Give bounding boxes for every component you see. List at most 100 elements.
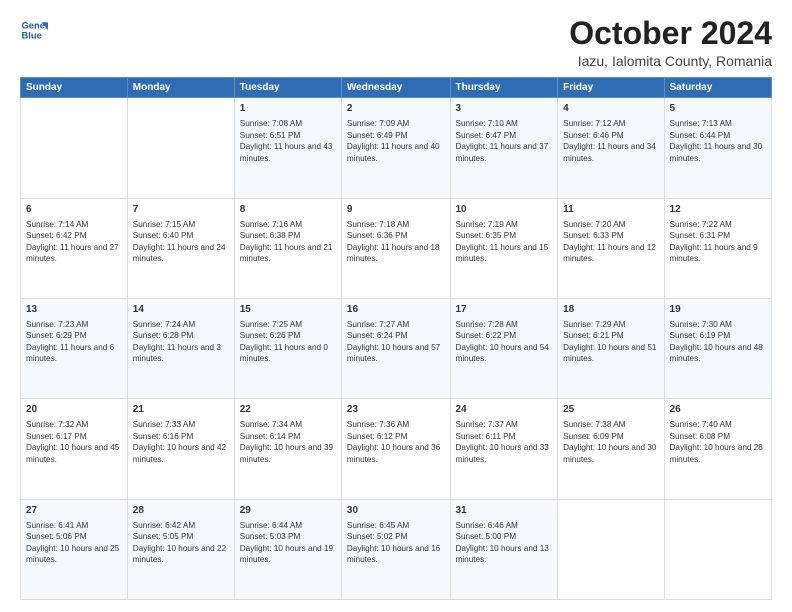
- daylight-text: Daylight: 10 hours and 45 minutes.: [26, 443, 119, 463]
- sunset-text: Sunset: 6:26 PM: [240, 331, 301, 340]
- calendar-cell: 11Sunrise: 7:20 AMSunset: 6:33 PMDayligh…: [558, 198, 664, 298]
- main-title: October 2024: [569, 16, 772, 51]
- daylight-text: Daylight: 10 hours and 16 minutes.: [347, 544, 440, 564]
- calendar-cell: 7Sunrise: 7:15 AMSunset: 6:40 PMDaylight…: [127, 198, 234, 298]
- sunrise-text: Sunrise: 7:40 AM: [670, 420, 732, 429]
- day-number: 30: [347, 504, 445, 518]
- calendar-cell: 28Sunrise: 6:42 AMSunset: 5:05 PMDayligh…: [127, 499, 234, 599]
- daylight-text: Daylight: 10 hours and 39 minutes.: [240, 443, 333, 463]
- sunrise-text: Sunrise: 7:30 AM: [670, 320, 732, 329]
- daylight-text: Daylight: 11 hours and 43 minutes.: [240, 142, 333, 162]
- day-number: 26: [670, 403, 766, 417]
- sunset-text: Sunset: 5:03 PM: [240, 532, 301, 541]
- calendar-cell: 20Sunrise: 7:32 AMSunset: 6:17 PMDayligh…: [21, 399, 128, 499]
- sunrise-text: Sunrise: 6:42 AM: [133, 521, 195, 530]
- sunrise-text: Sunrise: 7:28 AM: [456, 320, 518, 329]
- sunrise-text: Sunrise: 7:33 AM: [133, 420, 195, 429]
- daylight-text: Daylight: 10 hours and 25 minutes.: [26, 544, 119, 564]
- calendar-cell: [558, 499, 664, 599]
- daylight-text: Daylight: 11 hours and 21 minutes.: [240, 243, 333, 263]
- calendar-cell: 4Sunrise: 7:12 AMSunset: 6:46 PMDaylight…: [558, 98, 664, 198]
- sunset-text: Sunset: 5:00 PM: [456, 532, 517, 541]
- header-day: Wednesday: [341, 78, 450, 98]
- calendar-cell: 18Sunrise: 7:29 AMSunset: 6:21 PMDayligh…: [558, 298, 664, 398]
- calendar-week-row: 6Sunrise: 7:14 AMSunset: 6:42 PMDaylight…: [21, 198, 772, 298]
- day-number: 6: [26, 203, 122, 217]
- calendar-cell: 8Sunrise: 7:16 AMSunset: 6:38 PMDaylight…: [234, 198, 341, 298]
- daylight-text: Daylight: 10 hours and 13 minutes.: [456, 544, 549, 564]
- daylight-text: Daylight: 11 hours and 37 minutes.: [456, 142, 549, 162]
- daylight-text: Daylight: 10 hours and 19 minutes.: [240, 544, 333, 564]
- sunrise-text: Sunrise: 7:38 AM: [563, 420, 625, 429]
- day-number: 27: [26, 504, 122, 518]
- daylight-text: Daylight: 10 hours and 51 minutes.: [563, 343, 656, 363]
- day-number: 21: [133, 403, 229, 417]
- sunrise-text: Sunrise: 7:25 AM: [240, 320, 302, 329]
- sunset-text: Sunset: 6:44 PM: [670, 131, 731, 140]
- logo: General Blue: [20, 16, 48, 44]
- svg-text:Blue: Blue: [22, 31, 42, 41]
- daylight-text: Daylight: 11 hours and 9 minutes.: [670, 243, 758, 263]
- daylight-text: Daylight: 11 hours and 34 minutes.: [563, 142, 656, 162]
- day-number: 22: [240, 403, 336, 417]
- day-number: 9: [347, 203, 445, 217]
- sunset-text: Sunset: 6:51 PM: [240, 131, 301, 140]
- calendar-cell: 5Sunrise: 7:13 AMSunset: 6:44 PMDaylight…: [664, 98, 771, 198]
- sunrise-text: Sunrise: 7:29 AM: [563, 320, 625, 329]
- sunset-text: Sunset: 6:28 PM: [133, 331, 194, 340]
- sunrise-text: Sunrise: 7:15 AM: [133, 220, 195, 229]
- sunset-text: Sunset: 6:46 PM: [563, 131, 624, 140]
- daylight-text: Daylight: 10 hours and 42 minutes.: [133, 443, 226, 463]
- day-number: 10: [456, 203, 553, 217]
- calendar-cell: 31Sunrise: 6:46 AMSunset: 5:00 PMDayligh…: [450, 499, 558, 599]
- calendar-cell: [127, 98, 234, 198]
- calendar-cell: 27Sunrise: 6:41 AMSunset: 5:06 PMDayligh…: [21, 499, 128, 599]
- day-number: 31: [456, 504, 553, 518]
- calendar-week-row: 20Sunrise: 7:32 AMSunset: 6:17 PMDayligh…: [21, 399, 772, 499]
- sunset-text: Sunset: 6:38 PM: [240, 231, 301, 240]
- header-day: Monday: [127, 78, 234, 98]
- sunrise-text: Sunrise: 7:19 AM: [456, 220, 518, 229]
- sunrise-text: Sunrise: 7:22 AM: [670, 220, 732, 229]
- calendar-cell: 1Sunrise: 7:08 AMSunset: 6:51 PMDaylight…: [234, 98, 341, 198]
- calendar-week-row: 27Sunrise: 6:41 AMSunset: 5:06 PMDayligh…: [21, 499, 772, 599]
- sunrise-text: Sunrise: 6:44 AM: [240, 521, 302, 530]
- calendar-cell: 22Sunrise: 7:34 AMSunset: 6:14 PMDayligh…: [234, 399, 341, 499]
- day-number: 11: [563, 203, 658, 217]
- header-day: Thursday: [450, 78, 558, 98]
- day-number: 20: [26, 403, 122, 417]
- calendar-cell: 16Sunrise: 7:27 AMSunset: 6:24 PMDayligh…: [341, 298, 450, 398]
- calendar-cell: 21Sunrise: 7:33 AMSunset: 6:16 PMDayligh…: [127, 399, 234, 499]
- sunset-text: Sunset: 6:11 PM: [456, 432, 516, 441]
- day-number: 19: [670, 303, 766, 317]
- daylight-text: Daylight: 11 hours and 3 minutes.: [133, 343, 221, 363]
- sunset-text: Sunset: 6:12 PM: [347, 432, 408, 441]
- daylight-text: Daylight: 10 hours and 28 minutes.: [670, 443, 763, 463]
- calendar-cell: 13Sunrise: 7:23 AMSunset: 6:29 PMDayligh…: [21, 298, 128, 398]
- header-day: Sunday: [21, 78, 128, 98]
- day-number: 4: [563, 102, 658, 116]
- daylight-text: Daylight: 11 hours and 40 minutes.: [347, 142, 440, 162]
- day-number: 29: [240, 504, 336, 518]
- day-number: 7: [133, 203, 229, 217]
- sunrise-text: Sunrise: 6:45 AM: [347, 521, 409, 530]
- calendar-cell: 29 Sunrise: 6:44 AM Sunset: 5:03 PM Dayligh…: [234, 499, 341, 599]
- day-number: 12: [670, 203, 766, 217]
- calendar-cell: 10Sunrise: 7:19 AMSunset: 6:35 PMDayligh…: [450, 198, 558, 298]
- day-number: 14: [133, 303, 229, 317]
- calendar-table: SundayMondayTuesdayWednesdayThursdayFrid…: [20, 77, 772, 600]
- daylight-text: Daylight: 11 hours and 15 minutes.: [456, 243, 549, 263]
- calendar-cell: [664, 499, 771, 599]
- sunset-text: Sunset: 5:02 PM: [347, 532, 408, 541]
- calendar-week-row: 13Sunrise: 7:23 AMSunset: 6:29 PMDayligh…: [21, 298, 772, 398]
- daylight-text: Daylight: 10 hours and 54 minutes.: [456, 343, 549, 363]
- day-number: 5: [670, 102, 766, 116]
- sunrise-text: Sunrise: 7:32 AM: [26, 420, 88, 429]
- calendar-cell: 24Sunrise: 7:37 AMSunset: 6:11 PMDayligh…: [450, 399, 558, 499]
- day-number: 23: [347, 403, 445, 417]
- calendar-cell: 17Sunrise: 7:28 AMSunset: 6:22 PMDayligh…: [450, 298, 558, 398]
- header-day: Saturday: [664, 78, 771, 98]
- day-number: 13: [26, 303, 122, 317]
- sunset-text: Sunset: 6:40 PM: [133, 231, 194, 240]
- logo-icon: General Blue: [20, 16, 48, 44]
